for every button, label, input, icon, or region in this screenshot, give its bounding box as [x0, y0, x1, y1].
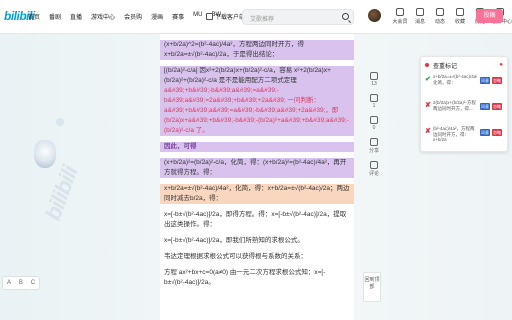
duplicate-check-panel: 查重标记 ● ✔ x+b/2a=±√(b²-4ac)/4a²，化简，得： 同意 … [420, 56, 508, 152]
coin-icon [370, 94, 378, 102]
paragraph: (x+b/2a)²=(b/2a)²-c/a，化简，得：(x+b/2a)²=(b²… [160, 158, 354, 178]
article-action-sidebar: 13 1 0 分享 评论 [363, 72, 385, 222]
message-icon [416, 8, 424, 16]
pin-icon[interactable]: ● [499, 62, 503, 68]
tool-c[interactable]: C [31, 280, 35, 286]
ignore-button[interactable]: 忽略 [492, 103, 502, 110]
dynamics-button[interactable]: 动态 [432, 8, 448, 25]
panel-header: 查重标记 ● [425, 60, 503, 70]
list-item: ✔ x+b/2a=±√(b²-4ac)/4a²，化简，得： 同意 忽略 [425, 74, 502, 85]
paragraph: a&#39;+b&#39;-b&#39;a&#39;=a&#39;-b&#39;… [160, 86, 354, 136]
download-client-button[interactable]: 下载客户端 [206, 10, 245, 23]
left-toolbar: A B C [2, 276, 40, 290]
cross-icon: ✘ [425, 128, 431, 135]
top-navigation-bar: bilibili 首页 番剧 直播 游戏中心 会员购 漫画 赛事 MU BW 下… [0, 0, 512, 34]
search-input[interactable]: 艾歌推荐 [250, 14, 274, 23]
favorite-button[interactable]: 0 [366, 116, 382, 131]
nav-item-manga[interactable]: 漫画 [151, 12, 163, 21]
star-icon [370, 116, 378, 124]
paragraph: x=[-b±√(b²-4ac)]/2a，即得方程。得：x=[-b±√(b²-4a… [164, 211, 347, 228]
mascot-illustration [34, 140, 56, 168]
paragraph: 方程 ax²+bx+c=0(a≠0) 由一元二次方程求根公式知：x=[-b±√(… [164, 269, 326, 286]
list-item: ✘ (b²-4ac)/4a²，方程两边同时开方，得：x+b/2a 同意 忽略 [425, 126, 502, 142]
nav-item-esports[interactable]: 赛事 [172, 12, 184, 21]
nav-item-games[interactable]: 游戏中心 [91, 12, 115, 21]
back-to-top-button[interactable]: 回到顶部 [363, 272, 381, 302]
paragraph: 韦达定理根据求根公式可以获得根与系数的关系： [164, 253, 307, 260]
star-icon [456, 8, 464, 16]
article-body: (x+b/2a)^2=(b²-4ac)/4a²，方程两边同时开方，得x+b/2a… [160, 34, 354, 320]
comment-icon [370, 161, 378, 169]
nav-item-mall[interactable]: 会员购 [124, 12, 142, 21]
upload-button[interactable]: 投稿 [476, 9, 503, 23]
like-button[interactable]: 13 [366, 72, 382, 87]
ignore-button[interactable]: 忽略 [492, 77, 502, 84]
dynamic-icon [436, 8, 444, 16]
comment-button[interactable]: 评论 [366, 161, 382, 177]
avatar[interactable] [368, 9, 381, 22]
nav-item-mu[interactable]: MU [193, 12, 202, 21]
apply-button[interactable]: 同意 [480, 103, 490, 110]
decorative-bubble [56, 118, 64, 126]
tool-a[interactable]: A [7, 280, 11, 286]
apply-button[interactable]: 同意 [480, 77, 490, 84]
vip-icon [396, 8, 404, 16]
tool-b[interactable]: B [19, 280, 23, 286]
paragraph: 因此，可得 [160, 142, 354, 152]
check-icon: ✔ [425, 76, 431, 83]
share-icon [370, 138, 378, 146]
ignore-button[interactable]: 忽略 [492, 129, 502, 136]
paragraph: x=[-b±√(b²-4ac)]/2a，即我们所熟知的求根公式。 [164, 237, 304, 244]
paragraph: [(b/2a)²-c/a] 因x²+2(b/2a)x+(b/2a)²-c/a，容… [160, 66, 354, 86]
favorites-button[interactable]: 收藏 [452, 8, 468, 25]
thumb-up-icon [370, 72, 378, 80]
vip-button[interactable]: 大会员 [392, 8, 408, 25]
share-button[interactable]: 分享 [366, 138, 382, 154]
status-dot-icon [425, 63, 429, 67]
search-bar[interactable]: 艾歌推荐 [242, 9, 354, 25]
nav-item-home[interactable]: 首页 [28, 12, 40, 21]
download-icon [206, 13, 213, 20]
paragraph: (x+b/2a)^2=(b²-4ac)/4a²，方程两边同时开方，得x+b/2a… [160, 40, 354, 60]
nav-item-live[interactable]: 直播 [70, 12, 82, 21]
apply-button[interactable]: 同意 [480, 129, 490, 136]
nav-item-anime[interactable]: 番剧 [49, 12, 61, 21]
messages-button[interactable]: 消息 [412, 8, 428, 25]
download-label: 下载客户端 [215, 15, 246, 21]
paragraph: x+b/2a=±√(b²-4ac)/4a²，化简，得：x+b/2a=±√(b²-… [160, 184, 354, 204]
main-nav: 首页 番剧 直播 游戏中心 会员购 漫画 赛事 MU BW [28, 12, 230, 21]
search-icon[interactable] [342, 13, 349, 20]
panel-title: 查重标记 [433, 63, 458, 70]
list-item: ✘ 2(b/2a)x+(b/2a)²-方程两边同时开方，得... 同意 忽略 [425, 100, 502, 111]
coin-button[interactable]: 1 [366, 94, 382, 109]
cross-icon: ✘ [425, 102, 431, 109]
